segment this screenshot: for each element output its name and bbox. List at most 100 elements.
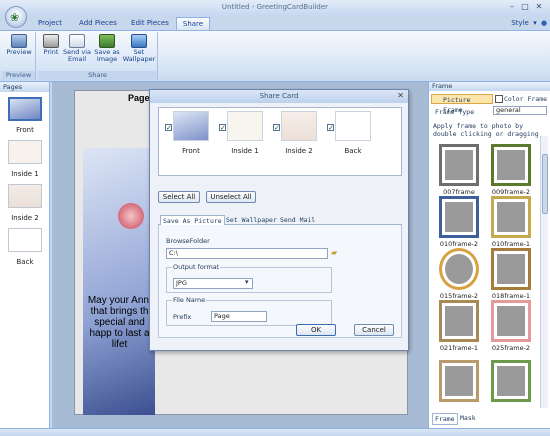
monitor-icon <box>131 34 147 48</box>
folder-icon[interactable]: ▰ <box>331 248 337 257</box>
set-wallpaper-button[interactable]: Set Wallpaper <box>122 34 156 63</box>
share-thumb-inside-2[interactable]: ✓ Inside 2 <box>273 111 317 161</box>
page-selection-list: ✓ Front ✓ Inside 1 ✓ Inside 2 ✓ Back <box>158 107 402 176</box>
tab-share[interactable]: Share <box>176 17 210 30</box>
checkbox-front[interactable]: ✓ <box>165 124 172 132</box>
dialog-title: Share Card <box>150 90 408 103</box>
app-menu-button[interactable]: ❀ <box>5 6 27 28</box>
ribbon-tabs: Project Add Pieces Edit Pieces Share Sty… <box>30 16 550 30</box>
email-label-line2: Email <box>67 55 87 63</box>
tab-picture-frame[interactable]: Picture Frame <box>431 94 493 114</box>
rose-image <box>118 203 144 229</box>
share-thumb-back[interactable]: ✓ Back <box>327 111 371 161</box>
dialog-close-icon[interactable]: ✕ <box>397 91 404 100</box>
thumb-label-inside-1: Inside 1 <box>231 147 259 155</box>
frame-preview <box>491 360 531 402</box>
frame-header: Frame <box>429 82 550 91</box>
checkbox-inside-2[interactable]: ✓ <box>273 124 280 132</box>
output-format-select[interactable]: JPG <box>173 278 253 289</box>
page-thumb-inside-2[interactable] <box>8 184 42 208</box>
file-name-group: File Name Prefix Page <box>166 296 332 326</box>
page-label-back: Back <box>16 258 34 266</box>
minimize-button[interactable]: – <box>506 2 518 12</box>
frame-scrollbar[interactable] <box>540 136 548 408</box>
frame-item[interactable]: 015frame-2 <box>437 248 481 302</box>
scrollbar-thumb[interactable] <box>542 154 548 214</box>
frame-item[interactable]: 010frame-1 <box>489 196 533 250</box>
page-label-inside-1: Inside 1 <box>11 170 39 178</box>
prefix-label: Prefix <box>173 313 192 321</box>
tab-send-mail[interactable]: Send Mail <box>278 215 317 225</box>
frame-item[interactable]: 018frame-1 <box>489 248 533 302</box>
frame-item[interactable]: 007frame <box>437 144 481 198</box>
thumb-label-inside-2: Inside 2 <box>285 147 313 155</box>
unselect-all-button[interactable]: Unselect All <box>206 191 256 203</box>
share-thumb-inside-1[interactable]: ✓ Inside 1 <box>219 111 263 161</box>
ribbon: Preview Preview Print Send via Email Sav… <box>0 30 550 82</box>
frame-item[interactable] <box>489 360 533 414</box>
frame-item[interactable]: 025frame-2 <box>489 300 533 354</box>
style-chevron-icon[interactable]: ▾ <box>531 17 539 30</box>
saveimg-label-line2: Image <box>96 55 118 63</box>
page-label-inside-2: Inside 2 <box>11 214 39 222</box>
frame-item[interactable]: 021frame-1 <box>437 300 481 354</box>
preview-icon <box>11 34 27 48</box>
frame-item-label: 009frame-2 <box>491 188 531 196</box>
checkbox-inside-1[interactable]: ✓ <box>219 124 226 132</box>
browse-folder-label: BrowseFolder <box>166 237 210 245</box>
tab-save-as-picture[interactable]: Save As Picture <box>160 215 225 225</box>
browse-folder-input[interactable]: C:\ <box>166 248 328 259</box>
tab-frame[interactable]: Frame <box>432 413 458 425</box>
send-via-email-button[interactable]: Send via Email <box>62 34 92 63</box>
tab-color-frame[interactable]: Color Frame <box>493 94 549 104</box>
prefix-input[interactable]: Page <box>211 311 267 322</box>
page-thumb-back[interactable] <box>8 228 42 252</box>
tab-set-wallpaper[interactable]: Set Wallpaper <box>224 215 279 225</box>
cancel-button[interactable]: Cancel <box>354 324 394 336</box>
help-icon[interactable]: ● <box>540 17 548 30</box>
print-button[interactable]: Print <box>40 34 62 56</box>
card-front-design[interactable] <box>83 148 155 415</box>
share-thumb-front[interactable]: ✓ Front <box>165 111 209 161</box>
tab-project[interactable]: Project <box>32 17 68 30</box>
group-label-preview: Preview <box>2 71 35 80</box>
card-text[interactable]: May your Anni that brings th special and… <box>82 295 157 350</box>
page-thumb-front[interactable] <box>8 97 42 121</box>
ribbon-group-preview: Preview Preview <box>2 32 36 80</box>
output-format-label: Output format <box>172 263 221 271</box>
save-as-picture-panel: BrowseFolder C:\ ▰ Output format JPG ▾ F… <box>158 225 402 338</box>
printer-icon <box>43 34 59 48</box>
page-label-front: Front <box>16 126 34 134</box>
tab-mask[interactable]: Mask <box>458 413 478 423</box>
save-as-image-button[interactable]: Save as Image <box>93 34 121 63</box>
ok-button[interactable]: OK <box>296 324 336 336</box>
frame-preview <box>439 248 479 290</box>
output-format-group: Output format JPG ▾ <box>166 263 332 293</box>
frame-type-select[interactable]: general <box>493 106 547 115</box>
frame-preview <box>491 196 531 238</box>
tab-edit-pieces[interactable]: Edit Pieces <box>126 17 174 30</box>
select-all-button[interactable]: Select All <box>158 191 200 203</box>
app-logo-icon: ❀ <box>10 11 20 24</box>
wallpaper-label-line2: Wallpaper <box>122 55 156 63</box>
checkbox-back[interactable]: ✓ <box>327 124 334 132</box>
frame-item[interactable]: 009frame-2 <box>489 144 533 198</box>
print-label: Print <box>43 48 59 56</box>
frame-item[interactable] <box>437 360 481 414</box>
frame-preview <box>439 196 479 238</box>
style-menu[interactable]: Style <box>508 17 532 30</box>
close-button[interactable]: ✕ <box>533 2 545 12</box>
frame-item[interactable]: 010frame-2 <box>437 196 481 250</box>
thumb-label-back: Back <box>344 147 362 155</box>
pages-panel: Pages Front Inside 1 Inside 2 Back <box>0 82 50 428</box>
page-thumb-inside-1[interactable] <box>8 140 42 164</box>
share-card-dialog: Share Card ✕ ✓ Front ✓ Inside 1 ✓ Inside… <box>149 89 409 351</box>
preview-button[interactable]: Preview <box>5 34 33 56</box>
thumb-inside-2-image <box>281 111 317 141</box>
maximize-button[interactable]: □ <box>519 2 531 12</box>
frame-item-label: 015frame-2 <box>439 292 479 300</box>
window-title: Untitled - GreetingCardBuilder <box>221 3 329 11</box>
frame-item-label: 010frame-2 <box>439 240 479 248</box>
chevron-down-icon[interactable]: ▾ <box>245 278 249 286</box>
tab-add-pieces[interactable]: Add Pieces <box>74 17 122 30</box>
